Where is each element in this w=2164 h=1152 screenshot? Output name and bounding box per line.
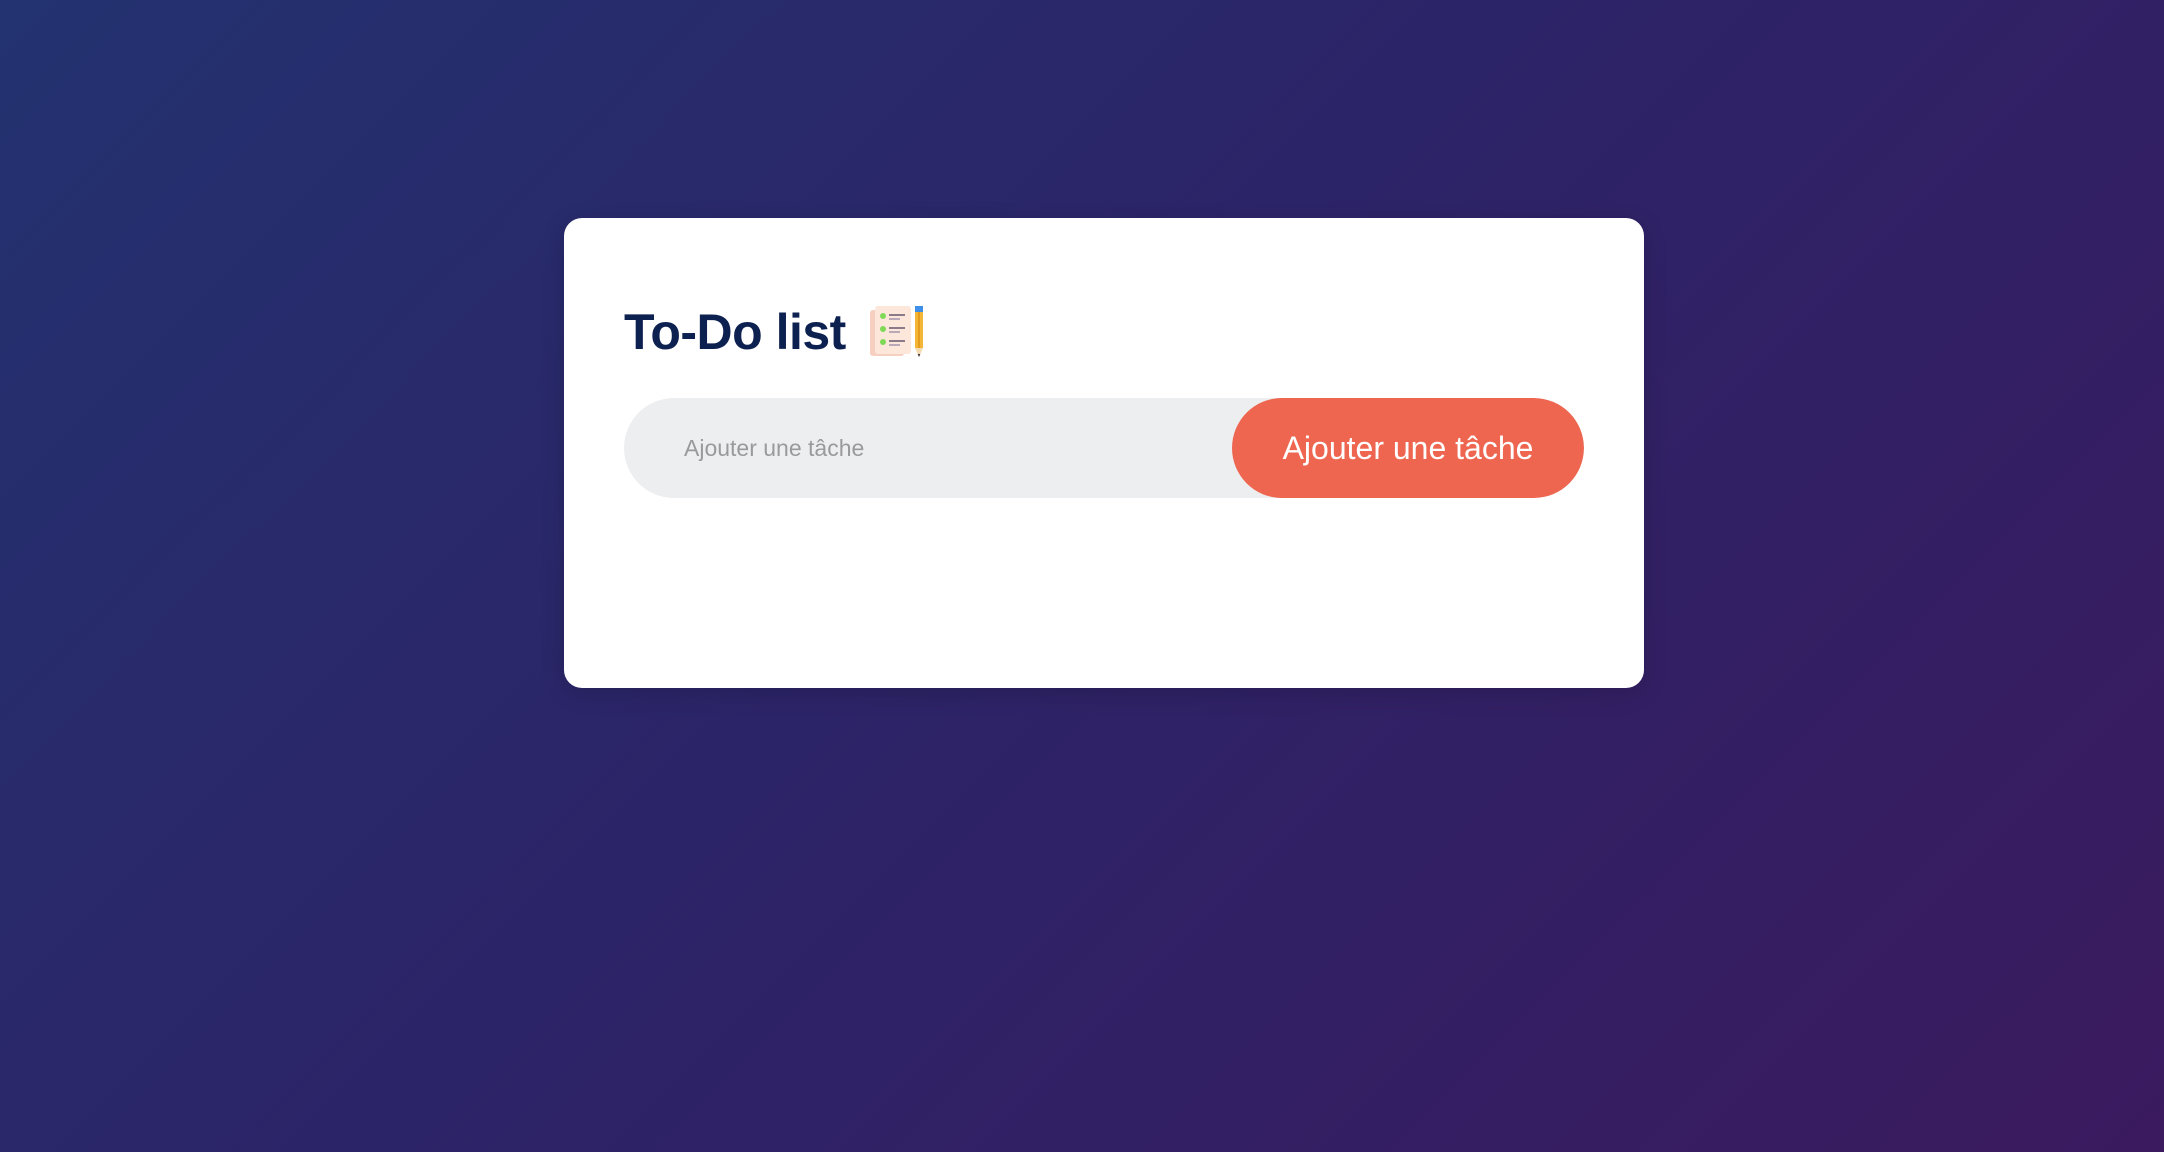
- todo-card: To-Do list Ajouter une tâche Ajouter une…: [564, 218, 1644, 688]
- add-task-button[interactable]: Ajouter une tâche: [1232, 398, 1584, 498]
- title-row: To-Do list: [624, 296, 928, 368]
- task-input[interactable]: [624, 398, 1232, 498]
- add-task-row: Ajouter une tâche: [624, 398, 1584, 498]
- page-title: To-Do list: [624, 304, 846, 360]
- checklist-icon: [868, 304, 928, 360]
